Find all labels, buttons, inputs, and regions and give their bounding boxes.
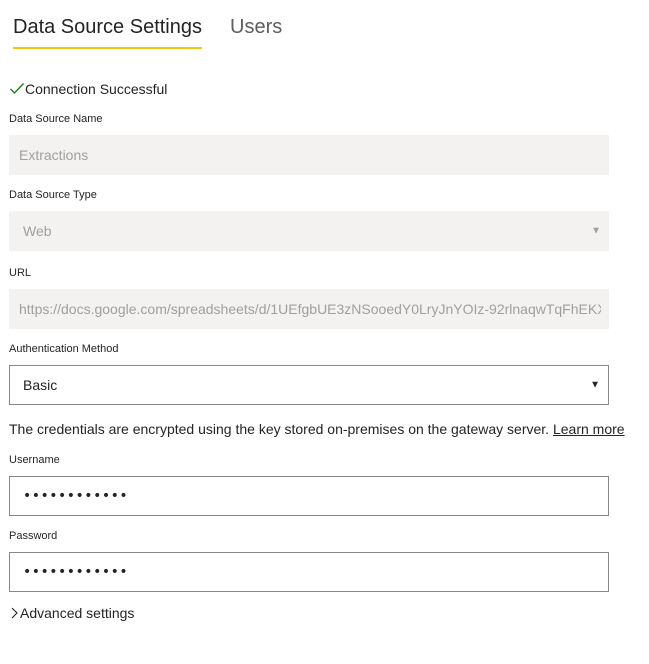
connection-status-text: Connection Successful — [25, 81, 168, 97]
url-value: https://docs.google.com/spreadsheets/d/1… — [19, 301, 601, 317]
credentials-note: The credentials are encrypted using the … — [9, 421, 625, 437]
data-source-name-field: Extractions — [9, 135, 609, 175]
tab-users[interactable]: Users — [230, 12, 282, 42]
authentication-method-label: Authentication Method — [9, 343, 119, 355]
learn-more-link[interactable]: Learn more — [553, 421, 625, 437]
url-field: https://docs.google.com/spreadsheets/d/1… — [9, 289, 609, 329]
data-source-name-label: Data Source Name — [9, 113, 103, 125]
data-source-name-value: Extractions — [19, 147, 89, 163]
password-label: Password — [9, 530, 58, 542]
password-input[interactable]: •••••••••••• — [9, 552, 609, 592]
authentication-method-value: Basic — [23, 377, 58, 393]
username-label: Username — [9, 454, 60, 466]
dropdown-arrow-icon: ▼ — [591, 225, 601, 237]
advanced-settings-toggle[interactable]: Advanced settings — [9, 605, 134, 621]
active-tab-indicator — [13, 47, 202, 49]
checkmark-icon — [10, 83, 24, 94]
tab-label: Data Source Settings — [13, 16, 202, 38]
tab-label: Users — [230, 16, 283, 38]
tab-bar: Data Source Settings Users — [9, 12, 649, 50]
data-source-type-value: Web — [23, 223, 52, 239]
credentials-note-text: The credentials are encrypted using the … — [9, 421, 550, 437]
advanced-settings-label: Advanced settings — [20, 605, 135, 621]
password-value: •••••••••••• — [23, 564, 129, 580]
dropdown-arrow-icon: ▼ — [590, 379, 600, 391]
data-source-type-label: Data Source Type — [9, 189, 97, 201]
tab-data-source-settings[interactable]: Data Source Settings — [13, 12, 202, 49]
username-value: •••••••••••• — [23, 488, 129, 504]
authentication-method-select[interactable]: Basic ▼ — [9, 365, 609, 405]
username-input[interactable]: •••••••••••• — [9, 476, 609, 516]
url-label: URL — [9, 267, 32, 279]
chevron-right-icon — [11, 607, 18, 619]
data-source-type-select: Web ▼ — [9, 211, 609, 251]
connection-status: Connection Successful — [9, 79, 167, 99]
